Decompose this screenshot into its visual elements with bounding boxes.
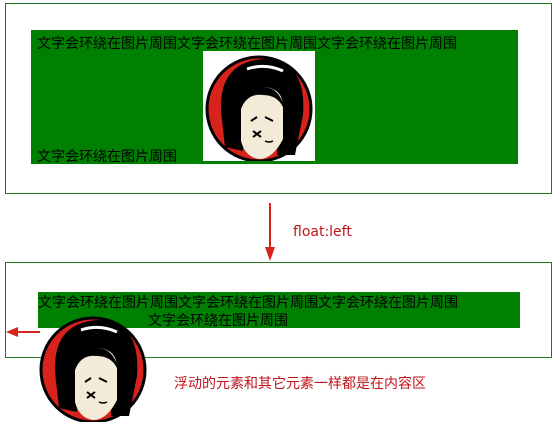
- float-left-label: float:left: [293, 224, 352, 240]
- wrapped-text-line: 文字会环绕在图片周围: [148, 313, 288, 329]
- girl-avatar-icon: [39, 316, 147, 424]
- girl-avatar-icon: [205, 55, 313, 163]
- arrow-down-icon: [265, 203, 275, 261]
- inline-avatar-image: [203, 51, 315, 163]
- content-area-note: 浮动的元素和其它元素一样都是在内容区: [174, 376, 426, 392]
- wrapped-text-line: 文字会环绕在图片周围文字会环绕在图片周围文字会环绕在图片周围: [38, 295, 458, 311]
- arrow-left-icon: [6, 327, 40, 337]
- floated-avatar-image: [37, 312, 149, 424]
- wrapped-text-line: 文字会环绕在图片周围: [37, 149, 177, 165]
